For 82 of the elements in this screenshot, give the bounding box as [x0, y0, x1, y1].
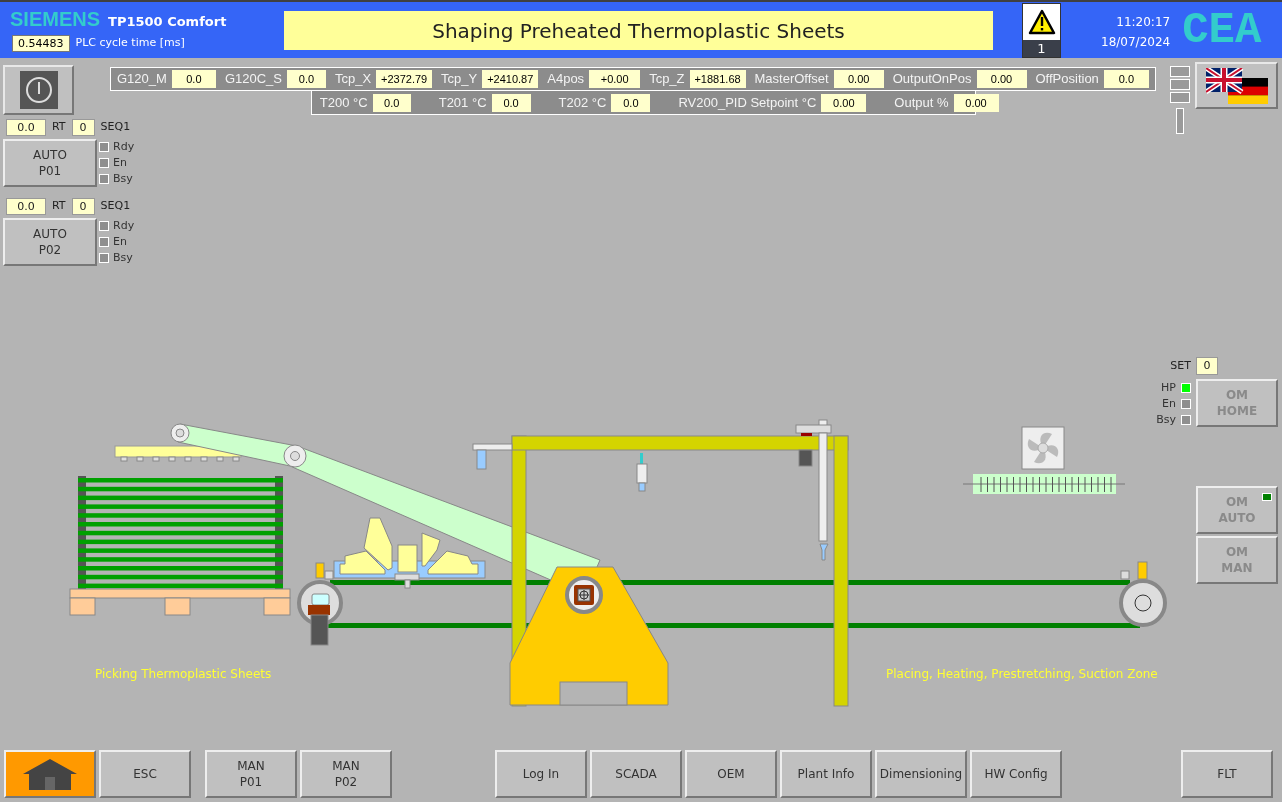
readout-label: OutputOnPos: [892, 70, 972, 89]
clock-date: 18/07/2024: [1101, 34, 1171, 51]
readout-label: A4pos: [547, 70, 585, 89]
company-logo: CEA: [1182, 6, 1262, 54]
page-indicator: [1170, 79, 1190, 90]
status-label: En: [113, 156, 127, 169]
readout-label: Tcp_Y: [441, 70, 478, 89]
readout-label: Tcp_X: [334, 70, 372, 89]
readout-label: T201 °C: [438, 93, 487, 112]
readout-value: 0.00: [821, 93, 867, 112]
readout-label: G120C_S: [224, 70, 282, 89]
readout-label: RV200_PID Setpoint °C: [678, 93, 817, 112]
status-label: Bsy: [1156, 414, 1176, 426]
sequence-label: SEQ1: [100, 119, 131, 136]
alarm-indicator[interactable]: 1: [1022, 3, 1061, 58]
readout-label: T200 °C: [319, 93, 368, 112]
device-model: TP1500 Comfort: [108, 13, 227, 31]
status-label: Rdy: [113, 140, 135, 153]
warning-icon: [1027, 9, 1056, 35]
language-button[interactable]: [1195, 62, 1278, 109]
clock-time: 11:20:17: [1116, 14, 1171, 31]
readout-value: 0.0: [1103, 70, 1149, 88]
value-field: 0.0: [6, 198, 46, 215]
scroll-bar: [1176, 108, 1184, 134]
readout-value: 0.0: [372, 93, 411, 112]
nav-button[interactable]: Log In: [495, 750, 587, 798]
auto-mode-button[interactable]: AUTO P01: [3, 139, 97, 187]
nav-button[interactable]: FLT: [1181, 750, 1273, 798]
nav-button[interactable]: OEM: [685, 750, 777, 798]
value-field: 0: [71, 119, 95, 136]
set-label: SET: [1170, 357, 1191, 374]
cycle-time-label: PLC cycle time [ms]: [75, 34, 185, 51]
readout-value: +1881.68: [689, 70, 746, 88]
nav-button[interactable]: Dimensioning: [875, 750, 967, 798]
readout-value: 0.0: [171, 70, 216, 88]
brand-logo: SIEMENS: [10, 8, 101, 30]
readout-label: MasterOffset: [754, 70, 829, 89]
readout-value: 0.0: [491, 93, 531, 112]
screen-title: Shaping Preheated Thermoplastic Sheets: [284, 11, 993, 50]
auto-mode-button[interactable]: AUTO P02: [3, 218, 97, 266]
status-label: Bsy: [113, 251, 133, 264]
readout-value: 0.00: [953, 93, 999, 112]
nav-button[interactable]: MAN P01: [205, 750, 297, 798]
status-label: En: [113, 235, 127, 248]
cycle-time-value: 0.54483: [12, 34, 70, 52]
status-label: Rdy: [113, 219, 135, 232]
power-button[interactable]: [3, 65, 74, 115]
zone-label: Picking Thermoplastic Sheets: [95, 666, 272, 683]
nav-button[interactable]: SCADA: [590, 750, 682, 798]
status-label: Bsy: [113, 172, 133, 185]
nav-button[interactable]: MAN P02: [300, 750, 392, 798]
page-indicator: [1170, 66, 1190, 77]
runtime-label: RT: [52, 119, 66, 136]
readout-value: +2372.79: [376, 70, 433, 88]
status-label: HP: [1161, 382, 1176, 394]
nav-button[interactable]: ESC: [99, 750, 191, 798]
sequence-label: SEQ1: [100, 198, 131, 215]
readout-value: 0.00: [976, 70, 1027, 88]
readout-label: T202 °C: [558, 93, 607, 112]
readout-value: 0.0: [286, 70, 326, 88]
zone-label: Placing, Heating, Prestretching, Suction Zone: [886, 666, 1158, 683]
readout-label: Output %: [894, 93, 949, 112]
power-icon: [19, 71, 58, 109]
fan-icon: [1021, 426, 1065, 470]
readout-label: Tcp_Z: [649, 70, 685, 89]
readout-value: 0.00: [833, 70, 884, 88]
value-field: 0: [1196, 357, 1218, 375]
readout-value: +2410.87: [482, 70, 539, 88]
runtime-label: RT: [52, 198, 66, 215]
home-button[interactable]: [4, 750, 96, 798]
readout-value: +0.00: [589, 70, 641, 88]
value-field: 0.0: [6, 119, 46, 136]
readout-value: 0.0: [611, 93, 651, 112]
status-label: En: [1162, 398, 1176, 410]
readout-label: OffPosition: [1035, 70, 1099, 89]
value-field: 0: [71, 198, 95, 215]
flags-icon: [1205, 67, 1268, 104]
nav-button[interactable]: Plant Info: [780, 750, 872, 798]
page-indicator: [1170, 92, 1190, 103]
readout-label: G120_M: [117, 70, 167, 89]
house-icon: [21, 757, 79, 791]
nav-button[interactable]: HW Config: [970, 750, 1062, 798]
